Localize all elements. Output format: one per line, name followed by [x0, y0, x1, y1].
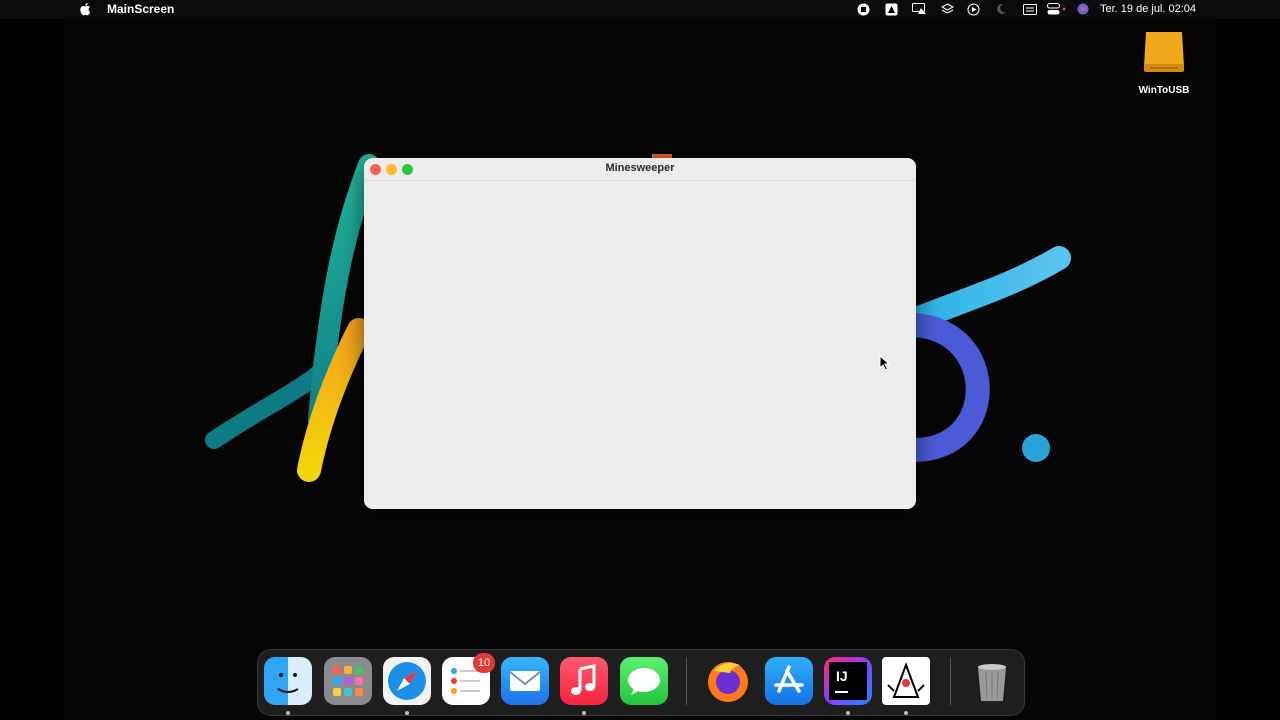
- dock-intellij-idea[interactable]: IJ: [824, 657, 872, 705]
- music-icon: [571, 664, 596, 695]
- dock-safari[interactable]: [383, 657, 431, 705]
- dock-mail[interactable]: [501, 657, 549, 705]
- keyboard-icon[interactable]: [1022, 2, 1038, 16]
- messages-icon: [628, 668, 660, 695]
- dock-separator-trash: [950, 657, 951, 705]
- dock-launchpad[interactable]: [324, 657, 372, 705]
- mail-icon: [509, 671, 541, 691]
- moon-icon[interactable]: [994, 2, 1008, 16]
- dock-trash[interactable]: [968, 657, 1016, 705]
- minesweeper-window: Minesweeper: [364, 158, 916, 509]
- control-center-icon[interactable]: [1046, 2, 1068, 16]
- dock-messages[interactable]: [620, 657, 668, 705]
- svg-text:IJ: IJ: [836, 668, 848, 684]
- dock-separator: [686, 657, 687, 705]
- finder-icon: [277, 673, 299, 693]
- active-app-name[interactable]: MainScreen: [107, 2, 174, 16]
- menu-clock[interactable]: Ter. 19 de jul. 02:04: [1100, 3, 1196, 15]
- dock-running-indicator: [286, 711, 290, 715]
- dock-finder[interactable]: [264, 657, 312, 705]
- desktop-drive-label: WinToUSB: [1138, 85, 1190, 96]
- dock-firefox[interactable]: [704, 657, 752, 705]
- mouse-cursor-icon: [879, 355, 891, 371]
- menu-bar: MainScreen Ter. 19 de jul. 02:04: [0, 0, 1280, 19]
- dock-music[interactable]: [560, 657, 608, 705]
- window-title: Minesweeper: [605, 162, 675, 174]
- siri-icon[interactable]: [1076, 2, 1090, 16]
- stop-icon[interactable]: [856, 2, 870, 16]
- play-circle-icon[interactable]: [966, 2, 980, 16]
- external-drive-icon: [1144, 32, 1184, 72]
- launchpad-icon: [333, 666, 363, 696]
- airdrop-icon[interactable]: [884, 2, 898, 16]
- dock-java-launcher[interactable]: [882, 657, 930, 705]
- window-titlebar[interactable]: Minesweeper: [364, 158, 916, 181]
- reminders-badge: 10: [473, 653, 495, 673]
- window-content[interactable]: [364, 181, 916, 509]
- java-duke-icon: [887, 662, 925, 698]
- desktop-drive-wintousb[interactable]: WinToUSB: [1135, 28, 1193, 96]
- dock-running-indicator: [405, 711, 409, 715]
- dock-running-indicator: [846, 711, 850, 715]
- trash-icon: [978, 664, 1006, 701]
- display-icon[interactable]: [911, 2, 927, 16]
- dock-running-indicator: [904, 711, 908, 715]
- dock-running-indicator: [582, 711, 586, 715]
- layers-icon[interactable]: [940, 2, 954, 16]
- safari-icon: [388, 662, 426, 700]
- app-store-icon: [774, 665, 804, 693]
- firefox-icon: [708, 662, 748, 702]
- intellij-idea-icon: IJ: [829, 662, 867, 700]
- apple-menu-icon[interactable]: [79, 2, 91, 16]
- dock-app-store[interactable]: [765, 657, 813, 705]
